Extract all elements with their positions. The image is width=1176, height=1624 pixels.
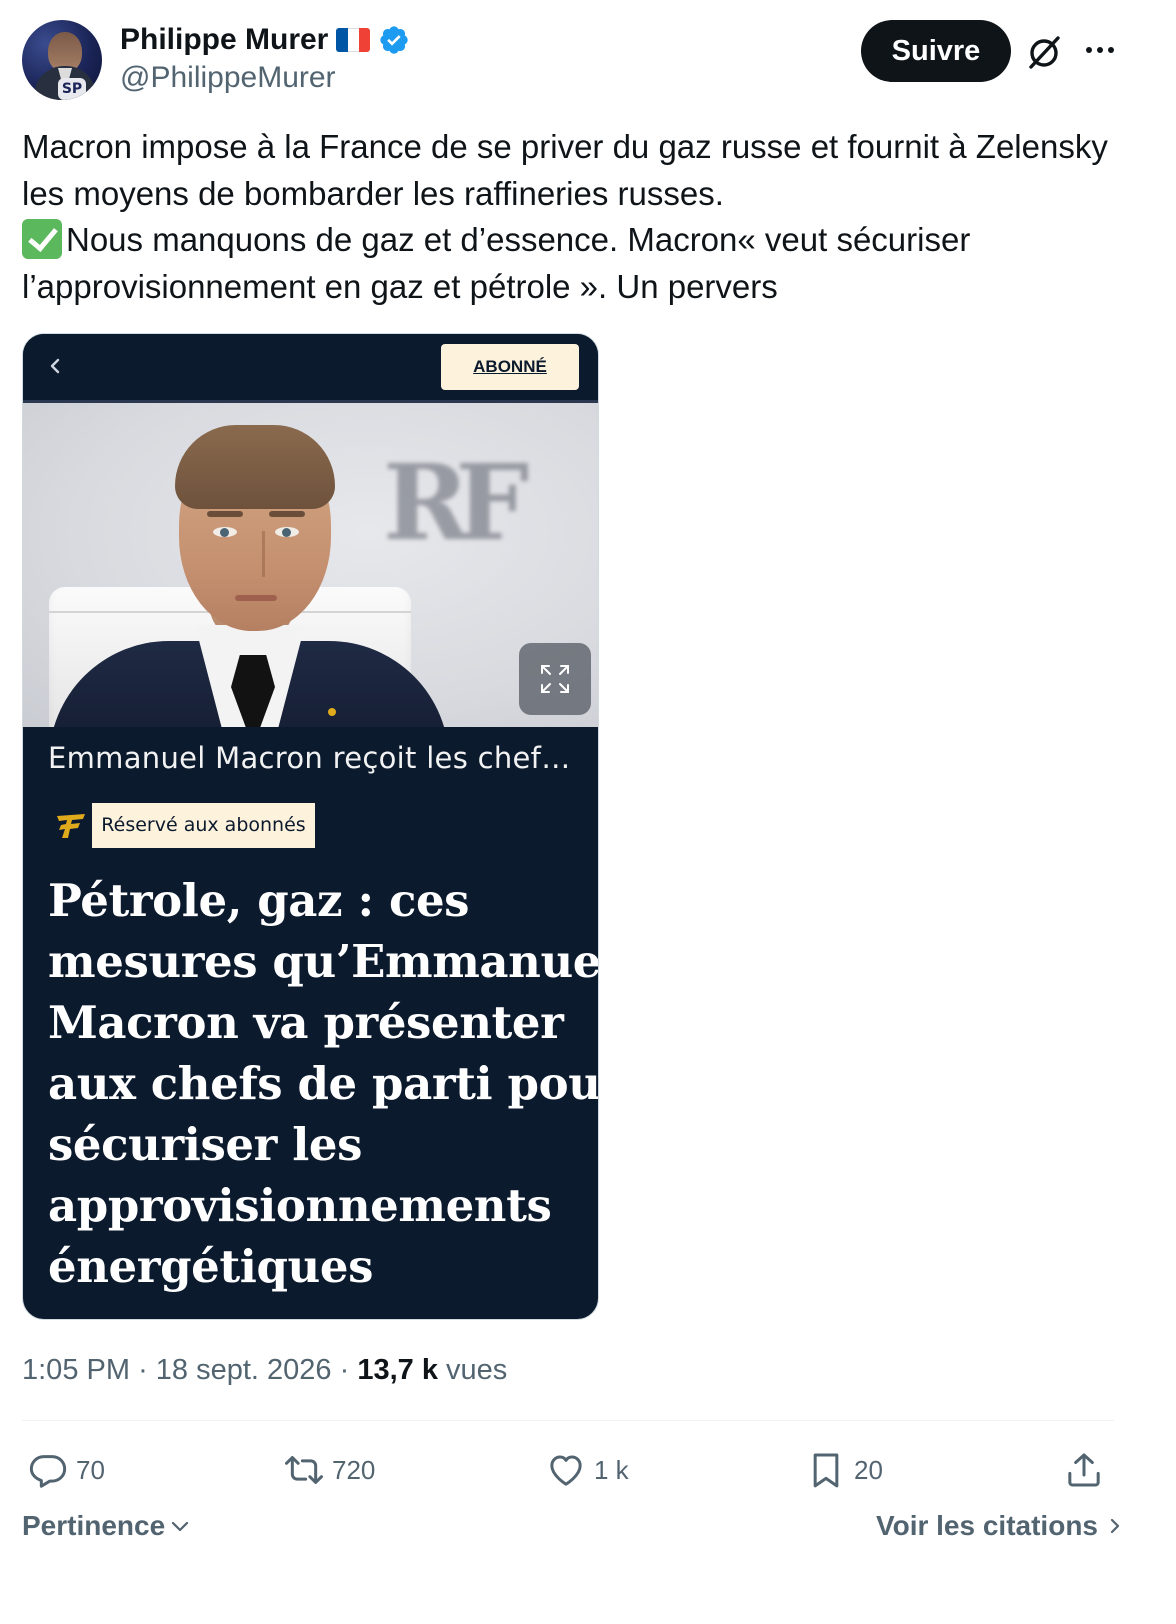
headline-line: Pétrole, gaz : ces — [48, 874, 470, 927]
photo-caption: Emmanuel Macron reçoit les chefs de part… — [48, 741, 578, 775]
author-names: Philippe Murer @PhilippeMurer — [120, 22, 410, 98]
france-flag-icon — [336, 28, 371, 52]
avatar[interactable]: SP — [22, 20, 102, 100]
article-topbar: ABONNÉ — [23, 334, 598, 402]
expand-button — [519, 643, 591, 715]
views-label: vues — [446, 1354, 508, 1386]
divider — [22, 1420, 1114, 1421]
meta-separator: · — [138, 1354, 156, 1386]
lapel-pin — [328, 708, 336, 716]
like-button[interactable]: 1 k — [546, 1445, 629, 1495]
abonne-button: ABONNÉ — [441, 344, 579, 390]
sort-label: Pertinence — [22, 1510, 166, 1541]
tweet-text-line: l’approvisionnement en gaz et pétrole ».… — [22, 267, 778, 305]
back-chevron-icon — [50, 358, 60, 374]
share-button[interactable] — [1064, 1445, 1104, 1495]
reply-button[interactable]: 70 — [28, 1445, 105, 1495]
headline-line: Macron va présenter — [48, 996, 564, 1049]
subscribers-badge: Réservé aux abonnés — [92, 803, 315, 848]
media-image[interactable]: ABONNÉ RF Emmanuel Macron reçoit les che… — [22, 333, 599, 1320]
tweet-text: Macron impose à la France de se priver d… — [22, 124, 1142, 310]
verified-badge-icon — [380, 26, 409, 54]
flag-blue — [336, 28, 348, 52]
headline-line: mesures qu’Emmanuel — [48, 935, 599, 988]
quotes-label: Voir les citations — [876, 1510, 1098, 1541]
reply-count: 70 — [76, 1454, 105, 1485]
tweet-text-line: Nous manquons de gaz et d’essence. Macro… — [22, 217, 1142, 264]
nose — [247, 531, 265, 577]
author-display-name[interactable]: Philippe Murer — [120, 22, 328, 58]
grok-icon[interactable] — [1024, 32, 1064, 72]
mouth — [235, 595, 277, 601]
headline-line: aux chefs de parti pour — [48, 1057, 599, 1110]
more-icon[interactable] — [1080, 32, 1120, 72]
headline-line: énergétiques — [48, 1240, 374, 1293]
check-mark-emoji-icon — [22, 219, 62, 259]
view-quotes-link[interactable]: Voir les citations — [876, 1510, 1124, 1542]
like-count: 1 k — [594, 1454, 629, 1485]
left-eyebrow — [207, 511, 243, 517]
right-eyebrow — [269, 511, 305, 517]
repost-icon — [285, 1456, 323, 1484]
left-eye — [213, 527, 237, 537]
tweet-meta: 1:05 PM · 18 sept. 2026 · 13,7 k vues — [22, 1350, 507, 1390]
bookmark-count: 20 — [854, 1454, 883, 1485]
reply-icon — [29, 1455, 67, 1488]
article-headline: Pétrole, gaz : ces mesures qu’Emmanuel M… — [48, 870, 599, 1297]
chevron-down-icon — [172, 1521, 189, 1532]
bookmark-button[interactable]: 20 — [806, 1445, 883, 1495]
views-count: 13,7 k — [357, 1354, 438, 1386]
repost-button[interactable]: 720 — [284, 1445, 375, 1495]
tweet-date[interactable]: 18 sept. 2026 — [156, 1354, 332, 1386]
expand-icon — [541, 665, 569, 693]
author-handle[interactable]: @PhilippeMurer — [120, 58, 410, 98]
headline-line: approvisionnements — [48, 1179, 552, 1232]
le-figaro-logo-icon — [57, 814, 85, 838]
action-bar: 70 720 1 k 20 — [22, 1445, 1114, 1495]
meta-separator: · — [339, 1354, 358, 1386]
hair — [175, 425, 335, 509]
tweet-text-line: les moyens de bombarder les raffineries … — [22, 174, 724, 212]
flag-white — [347, 28, 360, 52]
rf-monogram: RF — [383, 441, 529, 564]
share-icon — [1068, 1453, 1100, 1487]
avatar-badge: SP — [58, 78, 86, 100]
tweet-text-line: Macron impose à la France de se priver d… — [22, 128, 1108, 165]
repost-count: 720 — [332, 1454, 376, 1485]
follow-button[interactable]: Suivre — [861, 20, 1011, 82]
tweet-header: SP Philippe Murer @PhilippeMurer Suivre — [22, 20, 1154, 102]
flag-red — [359, 28, 371, 52]
tweet-text-segment: Nous manquons de gaz et d’essence. Macro… — [66, 221, 971, 258]
article-photo: RF — [23, 403, 598, 727]
author-name-row[interactable]: Philippe Murer — [120, 22, 410, 58]
chevron-right-icon — [1110, 1518, 1120, 1534]
headline-line: sécuriser les — [48, 1118, 363, 1171]
tweet-time[interactable]: 1:05 PM — [22, 1354, 130, 1386]
sort-dropdown[interactable]: Pertinence — [22, 1510, 191, 1542]
bookmark-icon — [813, 1453, 839, 1488]
heart-icon — [550, 1455, 582, 1486]
right-eye — [275, 527, 299, 537]
